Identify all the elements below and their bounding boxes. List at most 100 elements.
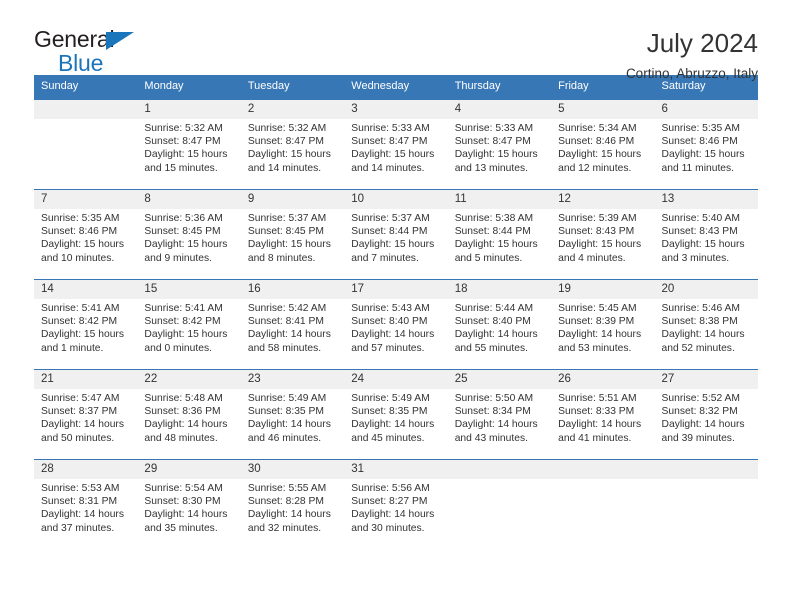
- day-number: 21: [34, 370, 138, 389]
- daylight-duration-line2: and 50 minutes.: [41, 432, 115, 444]
- day-details: Sunrise: 5:34 AM Sunset: 8:46 PM Daylight:…: [551, 119, 654, 175]
- daylight-duration-line2: and 10 minutes.: [41, 252, 115, 264]
- calendar-day-cell[interactable]: 15 Sunrise: 5:41 AM Sunset: 8:42 PM Dayligh…: [137, 279, 241, 370]
- daylight-duration-line2: and 5 minutes.: [454, 252, 523, 264]
- sunset-time: Sunset: 8:40 PM: [454, 316, 531, 328]
- calendar-day-cell[interactable]: 24 Sunrise: 5:49 AM Sunset: 8:35 PM Dayligh…: [344, 369, 448, 460]
- calendar-day-cell[interactable]: 13 Sunrise: 5:40 AM Sunset: 8:43 PM Dayligh…: [654, 189, 758, 280]
- day-number: 25: [447, 370, 552, 389]
- sunrise-time: Sunrise: 5:47 AM: [41, 393, 120, 404]
- calendar-day-cell[interactable]: 5 Sunrise: 5:34 AM Sunset: 8:46 PM Daylight…: [551, 99, 655, 190]
- day-number: 1: [137, 100, 241, 119]
- calendar-day-cell[interactable]: 19 Sunrise: 5:45 AM Sunset: 8:39 PM Dayligh…: [551, 279, 655, 370]
- day-number: 3: [344, 100, 448, 119]
- sunrise-time: Sunrise: 5:38 AM: [454, 213, 534, 224]
- calendar-day-cell[interactable]: 12 Sunrise: 5:39 AM Sunset: 8:43 PM Dayligh…: [551, 189, 655, 280]
- day-number: 20: [654, 280, 758, 299]
- calendar-day-cell[interactable]: 20 Sunrise: 5:46 AM Sunset: 8:38 PM Dayligh…: [654, 279, 758, 370]
- general-blue-logo[interactable]: General Blue: [34, 28, 154, 75]
- calendar-day-cell[interactable]: 21 Sunrise: 5:47 AM Sunset: 8:37 PM Dayligh…: [34, 369, 138, 460]
- calendar-day-cell-empty: [654, 459, 758, 550]
- sunrise-time: Sunrise: 5:42 AM: [247, 303, 327, 314]
- sunset-time: Sunset: 8:37 PM: [41, 406, 118, 418]
- calendar-day-cell[interactable]: 14 Sunrise: 5:41 AM Sunset: 8:42 PM Dayligh…: [34, 279, 138, 370]
- sunrise-time: Sunrise: 5:48 AM: [144, 393, 223, 404]
- calendar-day-cell[interactable]: 30 Sunrise: 5:55 AM Sunset: 8:28 PM Dayligh…: [240, 459, 345, 550]
- daylight-duration-line1: Daylight: 14 hours: [144, 419, 228, 431]
- day-details: Sunrise: 5:43 AM Sunset: 8:40 PM Daylight:…: [344, 299, 447, 355]
- day-details: Sunrise: 5:41 AM Sunset: 8:42 PM Daylight:…: [137, 299, 240, 355]
- calendar-day-cell[interactable]: 1 Sunrise: 5:32 AM Sunset: 8:47 PM Daylight…: [137, 99, 241, 190]
- daylight-duration-line2: and 37 minutes.: [41, 522, 115, 534]
- daylight-duration-line1: Daylight: 15 hours: [661, 149, 745, 161]
- calendar-day-cell[interactable]: 3 Sunrise: 5:33 AM Sunset: 8:47 PM Daylight…: [344, 99, 448, 190]
- day-number: 11: [447, 190, 552, 209]
- day-number: 6: [654, 100, 758, 119]
- day-details: Sunrise: 5:48 AM Sunset: 8:36 PM Daylight:…: [137, 389, 240, 445]
- sunset-time: Sunset: 8:47 PM: [454, 136, 531, 148]
- calendar-day-cell[interactable]: 26 Sunrise: 5:51 AM Sunset: 8:33 PM Dayligh…: [551, 369, 655, 460]
- calendar-day-cell[interactable]: 7 Sunrise: 5:35 AM Sunset: 8:46 PM Daylight…: [34, 189, 138, 280]
- calendar-day-cell[interactable]: 8 Sunrise: 5:36 AM Sunset: 8:45 PM Daylight…: [137, 189, 241, 280]
- calendar-day-cell[interactable]: 9 Sunrise: 5:37 AM Sunset: 8:45 PM Daylight…: [240, 189, 345, 280]
- daylight-duration-line1: Daylight: 15 hours: [144, 149, 228, 161]
- sunset-time: Sunset: 8:35 PM: [247, 406, 324, 418]
- daylight-duration-line2: and 0 minutes.: [144, 342, 212, 354]
- day-number: 17: [344, 280, 448, 299]
- daylight-duration-line2: and 3 minutes.: [661, 252, 730, 264]
- sunset-time: Sunset: 8:27 PM: [351, 496, 428, 508]
- calendar-day-cell[interactable]: 16 Sunrise: 5:42 AM Sunset: 8:41 PM Dayligh…: [240, 279, 345, 370]
- calendar-day-cell[interactable]: 4 Sunrise: 5:33 AM Sunset: 8:47 PM Daylight…: [447, 99, 552, 190]
- calendar-day-cell[interactable]: 11 Sunrise: 5:38 AM Sunset: 8:44 PM Dayligh…: [447, 189, 552, 280]
- daylight-duration-line1: Daylight: 15 hours: [247, 149, 331, 161]
- day-details: Sunrise: 5:42 AM Sunset: 8:41 PM Daylight:…: [241, 299, 344, 355]
- daylight-duration-line1: Daylight: 14 hours: [558, 329, 642, 341]
- daylight-duration-line1: Daylight: 14 hours: [41, 419, 124, 431]
- daylight-duration-line2: and 14 minutes.: [351, 162, 425, 174]
- day-number: [447, 460, 552, 479]
- calendar-week-row: 21 Sunrise: 5:47 AM Sunset: 8:37 PM Dayligh…: [34, 369, 758, 460]
- calendar-day-cell[interactable]: 10 Sunrise: 5:37 AM Sunset: 8:44 PM Dayligh…: [344, 189, 448, 280]
- daylight-duration-line2: and 1 minute.: [41, 342, 104, 354]
- day-details: Sunrise: 5:46 AM Sunset: 8:38 PM Daylight:…: [655, 299, 758, 355]
- sunrise-time: Sunrise: 5:36 AM: [144, 213, 223, 224]
- daylight-duration-line2: and 13 minutes.: [454, 162, 528, 174]
- daylight-duration-line1: Daylight: 14 hours: [144, 509, 228, 521]
- calendar-day-cell[interactable]: 28 Sunrise: 5:53 AM Sunset: 8:31 PM Dayligh…: [34, 459, 138, 550]
- sunrise-time: Sunrise: 5:52 AM: [661, 393, 740, 404]
- day-number: 19: [551, 280, 655, 299]
- sunset-time: Sunset: 8:30 PM: [144, 496, 221, 508]
- calendar-table: Sunday Monday Tuesday Wednesday Thursday…: [34, 75, 758, 550]
- daylight-duration-line1: Daylight: 14 hours: [454, 419, 538, 431]
- day-details: Sunrise: 5:40 AM Sunset: 8:43 PM Daylight:…: [655, 209, 758, 265]
- day-details: Sunrise: 5:32 AM Sunset: 8:47 PM Daylight:…: [241, 119, 344, 175]
- calendar-day-cell[interactable]: 6 Sunrise: 5:35 AM Sunset: 8:46 PM Daylight…: [654, 99, 758, 190]
- calendar-day-cell[interactable]: 27 Sunrise: 5:52 AM Sunset: 8:32 PM Dayligh…: [654, 369, 758, 460]
- calendar-day-cell[interactable]: 25 Sunrise: 5:50 AM Sunset: 8:34 PM Dayligh…: [447, 369, 552, 460]
- day-number: 2: [240, 100, 345, 119]
- sunrise-time: Sunrise: 5:56 AM: [351, 483, 430, 494]
- day-number: 5: [551, 100, 655, 119]
- calendar-day-cell[interactable]: 29 Sunrise: 5:54 AM Sunset: 8:30 PM Dayligh…: [137, 459, 241, 550]
- daylight-duration-line2: and 9 minutes.: [144, 252, 212, 264]
- sunset-time: Sunset: 8:42 PM: [41, 316, 118, 328]
- weekday-header-sunday: Sunday: [34, 75, 138, 100]
- daylight-duration-line1: Daylight: 14 hours: [247, 329, 331, 341]
- calendar-day-cell[interactable]: 31 Sunrise: 5:56 AM Sunset: 8:27 PM Dayligh…: [344, 459, 448, 550]
- calendar-day-cell[interactable]: 2 Sunrise: 5:32 AM Sunset: 8:47 PM Daylight…: [240, 99, 345, 190]
- sunrise-time: Sunrise: 5:39 AM: [558, 213, 637, 224]
- calendar-day-cell[interactable]: 18 Sunrise: 5:44 AM Sunset: 8:40 PM Dayligh…: [447, 279, 552, 370]
- calendar-week-row: 14 Sunrise: 5:41 AM Sunset: 8:42 PM Dayligh…: [34, 279, 758, 370]
- calendar-day-cell[interactable]: 22 Sunrise: 5:48 AM Sunset: 8:36 PM Dayligh…: [137, 369, 241, 460]
- weekday-header-thursday: Thursday: [447, 75, 552, 100]
- calendar-day-cell[interactable]: 17 Sunrise: 5:43 AM Sunset: 8:40 PM Dayligh…: [344, 279, 448, 370]
- day-details: Sunrise: 5:39 AM Sunset: 8:43 PM Daylight:…: [551, 209, 654, 265]
- sunset-time: Sunset: 8:28 PM: [247, 496, 324, 508]
- day-number: 14: [34, 280, 138, 299]
- sunset-time: Sunset: 8:40 PM: [351, 316, 428, 328]
- day-number: 28: [34, 460, 138, 479]
- calendar-day-cell[interactable]: 23 Sunrise: 5:49 AM Sunset: 8:35 PM Dayligh…: [240, 369, 345, 460]
- day-number: 24: [344, 370, 448, 389]
- sunrise-time: Sunrise: 5:40 AM: [661, 213, 740, 224]
- day-details: Sunrise: 5:35 AM Sunset: 8:46 PM Daylight:…: [655, 119, 758, 175]
